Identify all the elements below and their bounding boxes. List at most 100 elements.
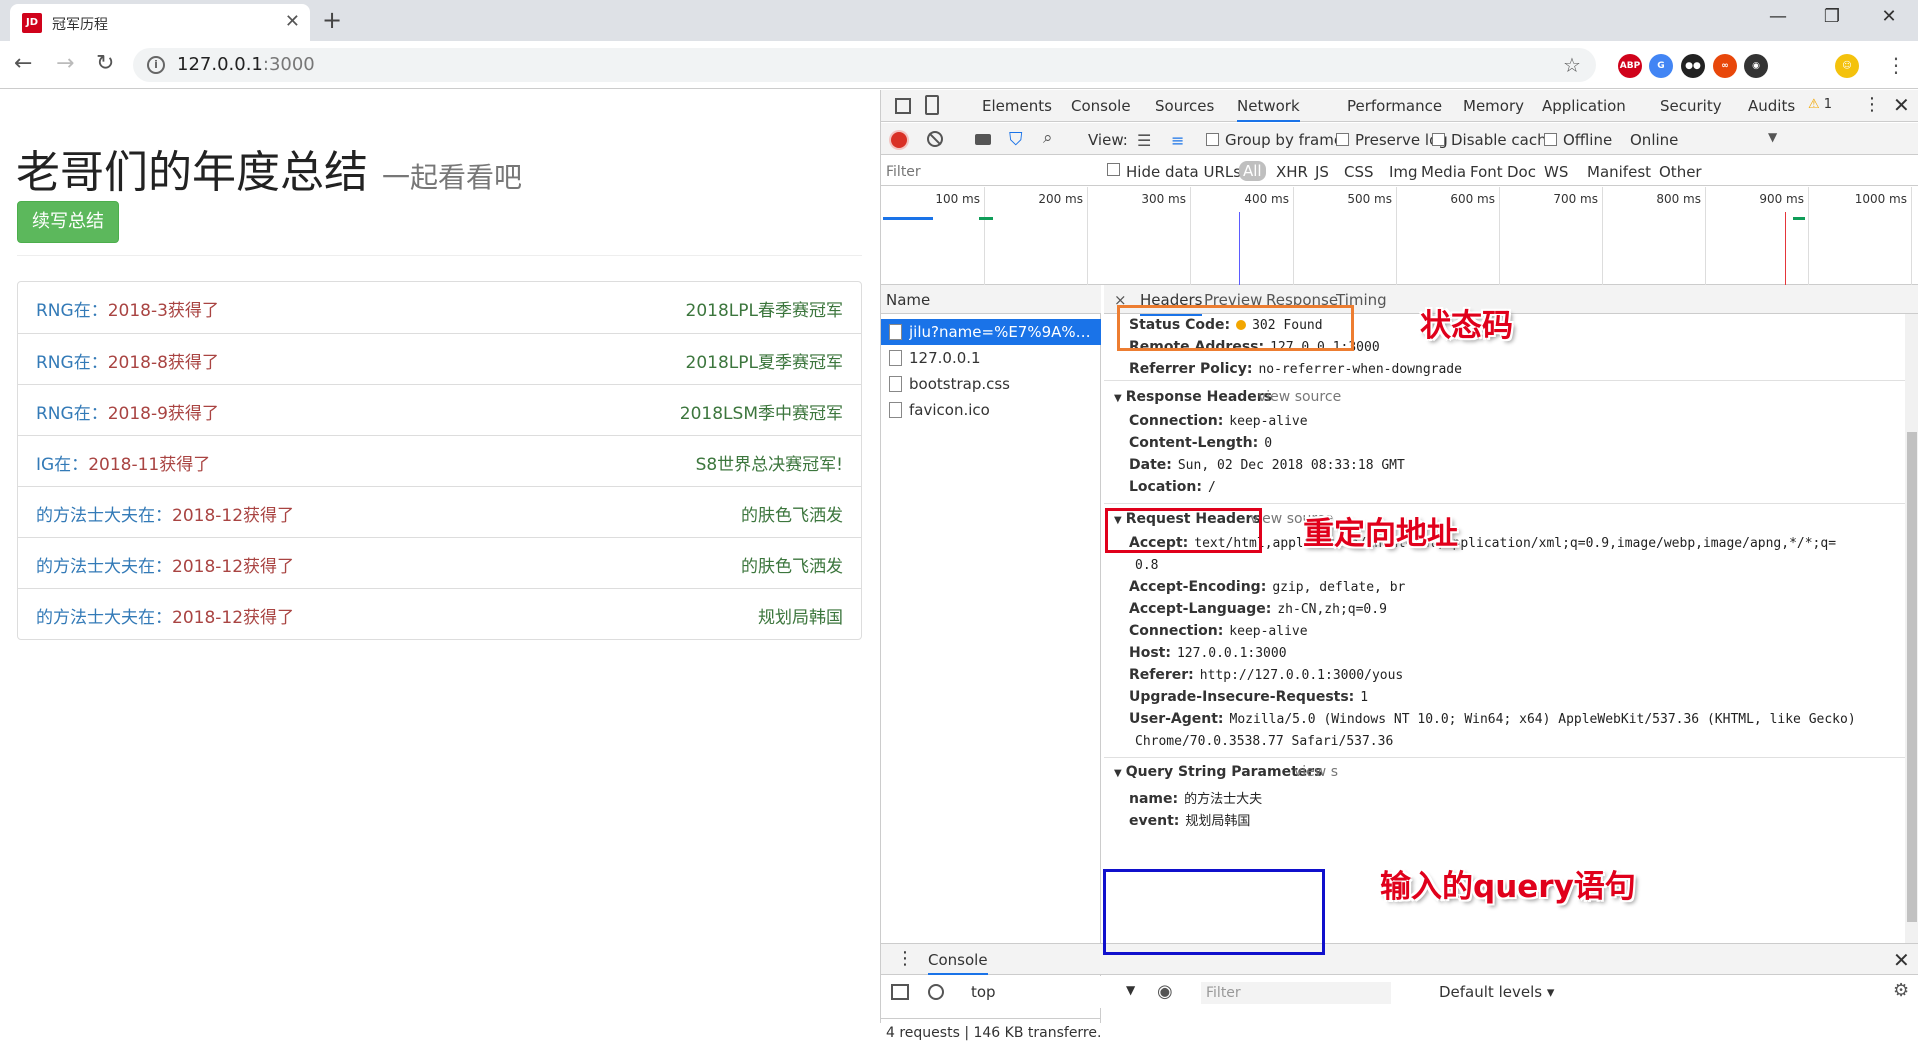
expand-triangle-icon[interactable]: ▼	[1114, 393, 1122, 404]
offline-checkbox[interactable]	[1544, 133, 1557, 146]
infinity-icon[interactable]: ∞	[1713, 54, 1737, 78]
tampermonkey-icon[interactable]: ●●	[1681, 54, 1705, 78]
request-header-value: 1	[1360, 690, 1369, 705]
filter-type-media[interactable]: Media	[1421, 163, 1466, 181]
list-item-team: IG在：	[36, 455, 89, 475]
window-minimize-button[interactable]: —	[1755, 6, 1801, 27]
timeline-gridline	[1602, 187, 1603, 285]
filter-type-manifest[interactable]: Manifest	[1587, 163, 1651, 181]
request-row[interactable]: bootstrap.css	[881, 371, 1101, 397]
detail-scrollbar[interactable]	[1905, 314, 1918, 945]
record-icon[interactable]	[891, 132, 907, 148]
browser-tab[interactable]: JD 冠军历程 ✕	[10, 4, 310, 41]
tab-memory[interactable]: Memory	[1463, 97, 1524, 115]
context-dropdown-icon[interactable]: ▼	[1126, 983, 1135, 997]
request-row[interactable]: jilu?name=%E7%9A%84%...	[881, 319, 1101, 345]
response-view-source-link[interactable]: view source	[1258, 389, 1341, 405]
filter-type-ws[interactable]: WS	[1544, 163, 1568, 181]
request-row[interactable]: favicon.ico	[881, 397, 1101, 423]
filter-icon[interactable]: ⛉	[1009, 129, 1023, 150]
search-icon[interactable]: ⌕	[1043, 128, 1053, 148]
disable-cache-checkbox[interactable]	[1432, 133, 1445, 146]
drawer-console-tab[interactable]: Console	[928, 951, 988, 975]
context-select[interactable]: top	[971, 983, 996, 1001]
tab-security[interactable]: Security	[1660, 97, 1722, 115]
timeline-gridline	[1808, 187, 1809, 285]
network-filter-input[interactable]	[886, 161, 1092, 183]
console-filter-input[interactable]: Filter	[1201, 982, 1391, 1004]
tab-performance[interactable]: Performance	[1347, 97, 1442, 115]
request-header-value: Chrome/70.0.3538.77 Safari/537.36	[1135, 734, 1394, 749]
site-info-icon[interactable]: i	[147, 56, 165, 74]
ninja-icon[interactable]: ◉	[1744, 54, 1768, 78]
clear-icon[interactable]	[927, 131, 943, 147]
window-close-button[interactable]: ✕	[1866, 6, 1912, 27]
group-by-frame-checkbox[interactable]	[1206, 133, 1219, 146]
response-headers-section[interactable]: ▼ Response Headers	[1114, 389, 1272, 405]
profile-avatar[interactable]: ☺	[1835, 54, 1859, 78]
achievement-list: RNG在：2018-3获得了 2018LPL春季赛冠军 RNG在：2018-8获得了…	[17, 281, 862, 640]
devtools-close-icon[interactable]: ✕	[1893, 93, 1910, 117]
filter-type-all[interactable]: All	[1239, 161, 1266, 181]
request-header: Host: 127.0.0.1:3000	[1129, 645, 1287, 661]
address-bar[interactable]: i 127.0.0.1:3000 ☆	[133, 48, 1596, 82]
general-header-value: no-referrer-when-downgrade	[1258, 362, 1462, 377]
filter-type-img[interactable]: Img	[1389, 163, 1418, 181]
query-params-section[interactable]: ▼ Query String Parameters	[1114, 764, 1323, 780]
window-maximize-button[interactable]: ❐	[1809, 6, 1855, 27]
inspect-element-icon[interactable]	[895, 98, 911, 114]
scrollbar-thumb[interactable]	[1907, 432, 1917, 922]
filter-type-js[interactable]: JS	[1315, 163, 1329, 181]
capture-screenshots-icon[interactable]	[975, 134, 991, 145]
filter-type-other[interactable]: Other	[1659, 163, 1702, 181]
preserve-log-checkbox[interactable]	[1336, 133, 1349, 146]
reload-button[interactable]: ↻	[96, 51, 114, 76]
tab-console[interactable]: Console	[1071, 97, 1131, 115]
warning-badge[interactable]: ⚠ 1	[1808, 97, 1832, 112]
console-settings-gear-icon[interactable]: ⚙	[1893, 980, 1909, 1001]
list-item-award: 2018LPL夏季赛冠军	[685, 353, 843, 373]
browser-toolbar: ← → ↻ i 127.0.0.1:3000 ☆ ABP G ●● ∞ ◉ ☺ ⋮	[0, 41, 1918, 89]
continue-summary-button[interactable]: 续写总结	[17, 201, 119, 243]
filter-type-doc[interactable]: Doc	[1507, 163, 1536, 181]
network-overview-timeline[interactable]: 100 ms 200 ms 300 ms 400 ms 500 ms 600 ms 700 …	[881, 187, 1918, 285]
query-view-source-link[interactable]: view s	[1294, 764, 1338, 780]
filter-type-css[interactable]: CSS	[1344, 163, 1374, 181]
filter-type-xhr[interactable]: XHR	[1276, 163, 1308, 181]
translate-icon[interactable]: G	[1649, 54, 1673, 78]
live-expression-eye-icon[interactable]: ◉	[1157, 981, 1173, 1002]
browser-menu-icon[interactable]: ⋮	[1886, 53, 1906, 77]
tab-close-icon[interactable]: ✕	[285, 11, 300, 32]
overview-icon[interactable]: ≡	[1171, 131, 1184, 150]
console-clear-icon[interactable]	[928, 984, 944, 1000]
large-rows-icon[interactable]: ☰	[1137, 131, 1151, 150]
tab-sources[interactable]: Sources	[1155, 97, 1214, 115]
drawer-menu-icon[interactable]: ⋮	[896, 948, 914, 969]
tab-application[interactable]: Application	[1542, 97, 1626, 115]
abp-icon[interactable]: ABP	[1618, 54, 1642, 78]
section-divider	[1104, 380, 1918, 381]
bookmark-star-icon[interactable]: ☆	[1563, 53, 1581, 77]
new-tab-button[interactable]: +	[322, 6, 342, 34]
log-levels-select[interactable]: Default levels ▾	[1439, 983, 1554, 1001]
tab-audits[interactable]: Audits	[1748, 97, 1795, 115]
expand-triangle-icon[interactable]: ▼	[1114, 768, 1122, 779]
timeline-tick-label: 100 ms	[935, 192, 980, 206]
throttling-select[interactable]: Online	[1630, 131, 1678, 149]
request-row[interactable]: 127.0.0.1	[881, 345, 1101, 371]
tab-network[interactable]: Network	[1237, 97, 1300, 122]
drawer-close-icon[interactable]: ✕	[1893, 948, 1910, 972]
timeline-request-bar	[979, 217, 993, 220]
url-text[interactable]: 127.0.0.1:3000	[177, 54, 315, 75]
throttling-dropdown-icon[interactable]: ▼	[1768, 130, 1777, 144]
tab-elements[interactable]: Elements	[982, 97, 1052, 115]
console-sidebar-icon[interactable]	[891, 984, 909, 1000]
device-toolbar-icon[interactable]	[925, 95, 939, 115]
back-button[interactable]: ←	[14, 51, 32, 76]
forward-button[interactable]: →	[56, 51, 74, 76]
name-column-header[interactable]: Name	[886, 291, 930, 309]
devtools-menu-icon[interactable]: ⋮	[1863, 94, 1881, 115]
filter-type-font[interactable]: Font	[1470, 163, 1503, 181]
hide-data-urls-checkbox[interactable]	[1107, 163, 1120, 176]
response-header-value: keep-alive	[1229, 414, 1308, 429]
